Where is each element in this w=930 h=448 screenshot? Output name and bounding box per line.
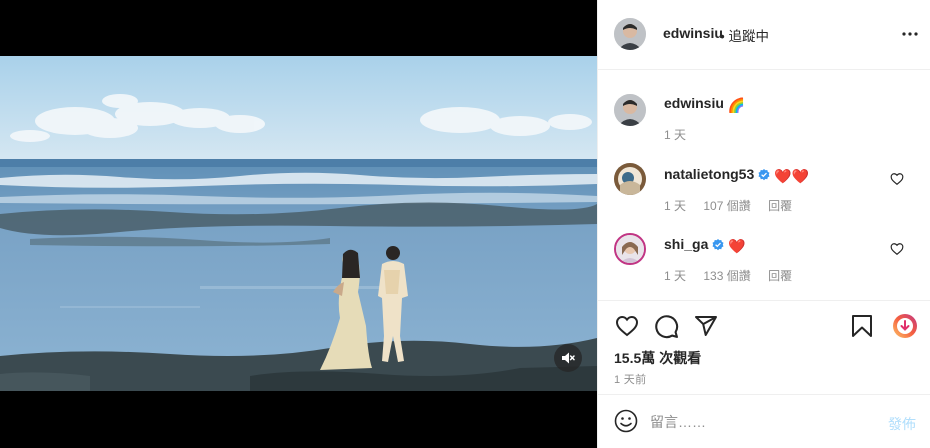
post-header: edwinsiu • 追蹤中 — [598, 0, 930, 70]
comment-like-heart-icon[interactable] — [890, 242, 904, 256]
smiley-emoji-icon[interactable] — [614, 409, 638, 433]
reply-button[interactable]: 回覆 — [768, 269, 792, 283]
comment-text: shi_ga ❤️ — [664, 236, 746, 255]
comment-time[interactable]: 1 天 — [664, 199, 686, 213]
commenter-avatar-image — [616, 235, 644, 263]
caption-time[interactable]: 1 天 — [664, 128, 686, 142]
beach-scene-image — [0, 56, 597, 391]
comment-like-heart-icon[interactable] — [890, 172, 904, 186]
comment-likes[interactable]: 107 個讚 — [703, 199, 750, 213]
follow-status[interactable]: • 追蹤中 — [720, 25, 769, 45]
mute-toggle-button[interactable] — [554, 344, 582, 372]
post-actions: 15.5萬 次觀看 1 天前 — [598, 300, 930, 394]
post-timestamp[interactable]: 1 天前 — [614, 371, 646, 387]
comment-bubble-icon[interactable] — [654, 314, 679, 339]
more-options-button[interactable] — [898, 26, 922, 42]
comment-username[interactable]: shi_ga — [664, 236, 708, 252]
caption-text: edwinsiu 🌈 — [664, 95, 745, 114]
caption-avatar-image — [614, 94, 646, 126]
comment-input[interactable] — [650, 411, 870, 433]
commenter-avatar-image — [614, 163, 646, 195]
view-count-number: 15.5萬 — [614, 350, 656, 366]
comment-composer: 發佈 — [598, 394, 930, 448]
post-media — [0, 0, 597, 448]
share-paper-plane-icon[interactable] — [694, 314, 718, 338]
caption-rainbow-emoji: 🌈 — [727, 97, 746, 113]
reply-button[interactable]: 回覆 — [768, 199, 792, 213]
more-horizontal-icon — [902, 32, 918, 36]
muted-speaker-icon — [562, 352, 575, 364]
save-bookmark-icon[interactable] — [851, 314, 873, 338]
caption-username[interactable]: edwinsiu — [664, 95, 724, 111]
comment-heart-emojis: ❤️❤️ — [774, 168, 810, 184]
comment-heart-emoji: ❤️ — [728, 238, 746, 254]
view-count[interactable]: 15.5萬 次觀看 — [614, 348, 701, 368]
comment-likes[interactable]: 133 個讚 — [703, 269, 750, 283]
comment-text: natalietong53 ❤️❤️ — [664, 166, 809, 185]
post-side-panel: edwinsiu • 追蹤中 edwinsiu 🌈 1 天 natalieton… — [597, 0, 930, 448]
comment-meta: 1 天 133 個讚 回覆 — [664, 267, 806, 284]
post-caption: edwinsiu 🌈 1 天 — [598, 86, 930, 146]
gradient-download-badge-icon[interactable] — [892, 313, 918, 339]
comment-item: shi_ga ❤️ 1 天 133 個讚 回覆 — [598, 226, 930, 286]
comment-username[interactable]: natalietong53 — [664, 166, 754, 182]
author-avatar[interactable] — [614, 18, 646, 50]
comment-meta: 1 天 107 個讚 回覆 — [664, 197, 806, 214]
caption-author-avatar[interactable] — [614, 94, 646, 126]
verified-badge-icon — [758, 169, 770, 181]
author-avatar-image — [614, 18, 646, 50]
commenter-avatar[interactable] — [614, 163, 646, 195]
commenter-avatar-story[interactable] — [614, 233, 646, 265]
comment-item: natalietong53 ❤️❤️ 1 天 107 個讚 回覆 — [598, 156, 930, 216]
verified-badge-icon — [712, 239, 724, 251]
view-count-label: 次觀看 — [659, 350, 702, 366]
caption-meta: 1 天 — [664, 126, 700, 143]
like-heart-icon[interactable] — [614, 314, 640, 338]
video-player[interactable] — [0, 56, 597, 391]
post-comment-button[interactable]: 發佈 — [888, 414, 916, 434]
header-username[interactable]: edwinsiu — [663, 25, 723, 41]
comment-time[interactable]: 1 天 — [664, 269, 686, 283]
